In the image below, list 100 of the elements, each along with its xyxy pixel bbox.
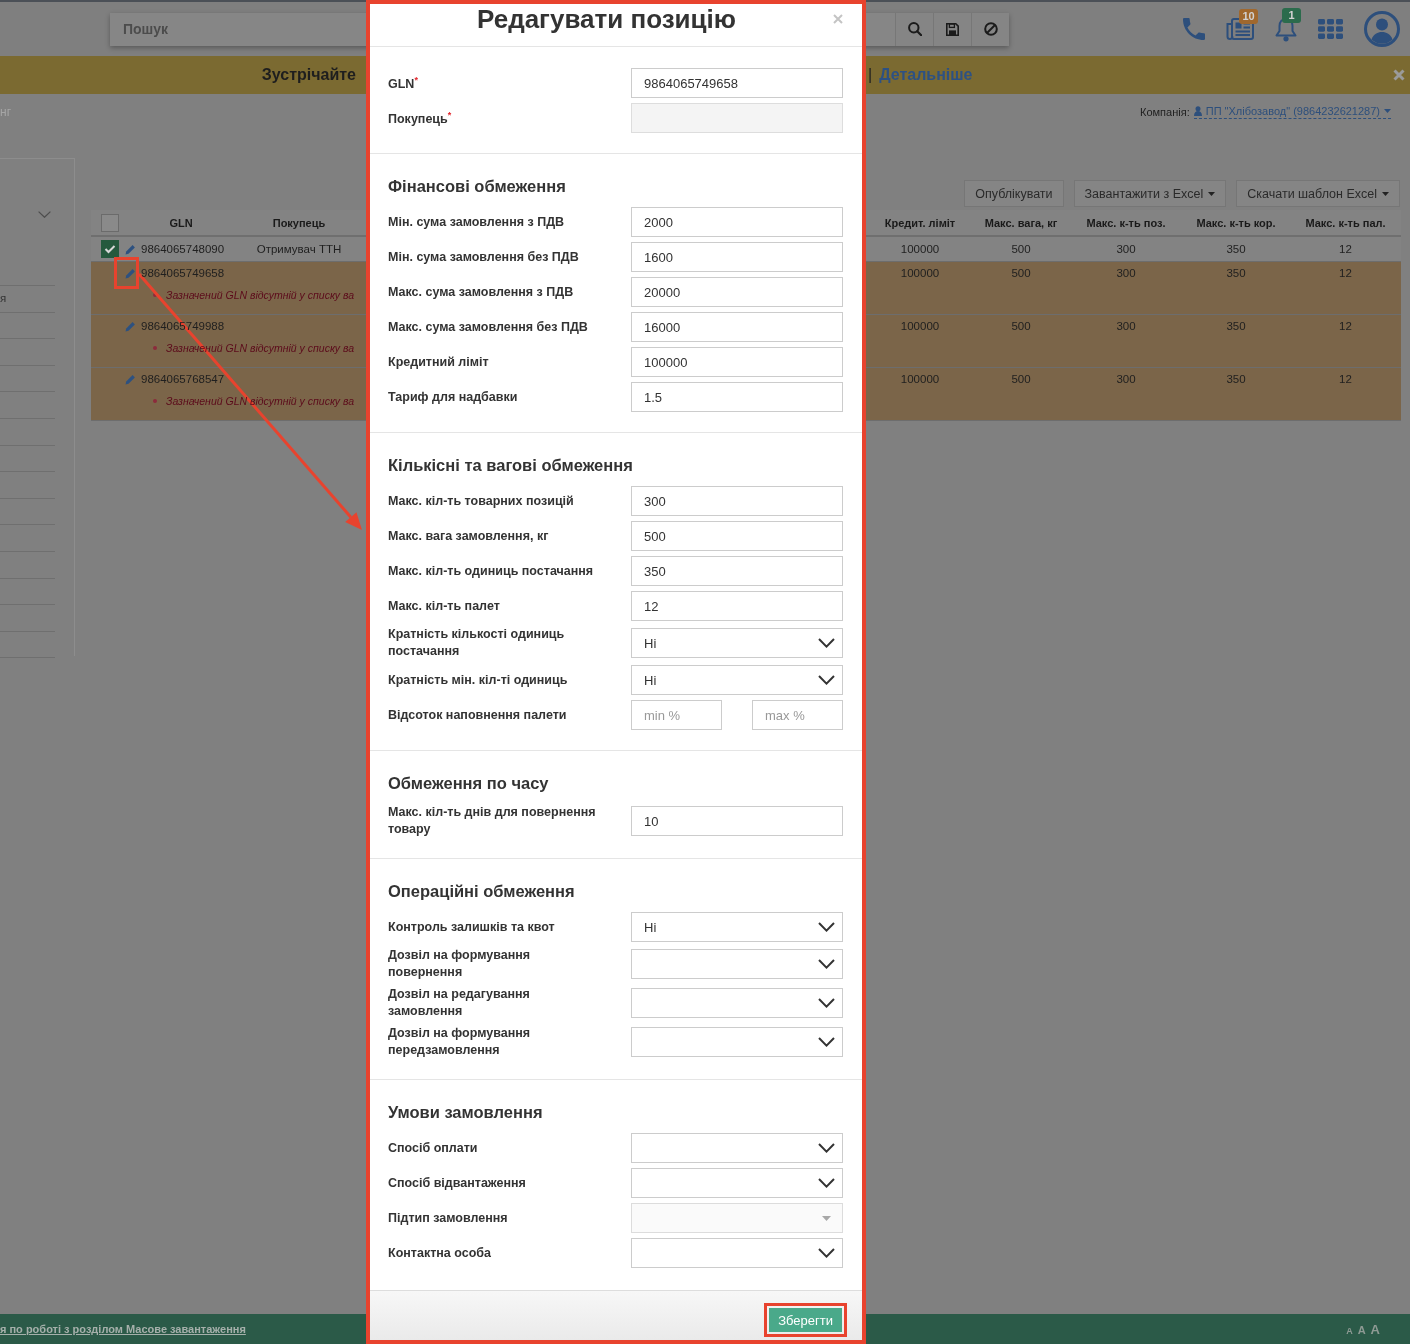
text-field[interactable]: 300 [631, 486, 843, 516]
table-cell: 12 [1339, 243, 1352, 255]
table-cell: 12 [1339, 267, 1352, 279]
dropdown-field[interactable]: Ні [631, 628, 843, 658]
text-field[interactable]: 350 [631, 556, 843, 586]
section-title: Обмеження по часу [388, 773, 550, 794]
column-header: Макс. вага, кг [984, 216, 1058, 229]
dropdown-field[interactable] [631, 1133, 843, 1163]
table-cell: 12 [1339, 373, 1352, 385]
field-label: Мін. сума замовлення з ПДВ [388, 213, 566, 231]
table-cell: 300 [1116, 267, 1136, 279]
chevron-icon[interactable] [38, 211, 51, 218]
banner-text: Зустрічайте [261, 66, 357, 84]
dropdown-field[interactable] [631, 988, 843, 1018]
chevron-icon [818, 998, 835, 1008]
table-cell: 100000 [900, 267, 940, 279]
banner-separator: | [868, 66, 873, 84]
column-header: Макс. к-ть поз. [1086, 216, 1166, 229]
table-cell: 500 [1011, 373, 1031, 385]
column-header: Макс. к-ть кор. [1196, 216, 1276, 229]
count-badge: 1 [1282, 7, 1301, 23]
chevron-icon [818, 1037, 835, 1047]
close-icon[interactable] [833, 14, 843, 24]
section-title: Операційні обмеження [388, 881, 576, 902]
field-label: Кратність мін. кіл-ті одиниць [388, 671, 569, 689]
text-field[interactable]: 1.5 [631, 382, 843, 412]
table-cell: 9864065748090 [141, 243, 225, 255]
text-field[interactable]: 9864065749658 [631, 68, 843, 98]
apps-grid-icon[interactable] [1318, 19, 1343, 39]
avatar-icon[interactable] [1364, 11, 1400, 47]
toolbar-button[interactable]: Скачати шаблон Excel [1236, 180, 1400, 207]
dropdown-field[interactable]: Ні [631, 912, 843, 942]
dropdown-field[interactable] [631, 1168, 843, 1198]
user-icon [1193, 106, 1202, 116]
field-label: Підтип замовлення [388, 1209, 509, 1227]
chevron-icon [818, 675, 835, 685]
text-field[interactable]: 1600 [631, 242, 843, 272]
dropdown-field[interactable] [631, 1238, 843, 1268]
field-label: Макс. вага замовлення, кг [388, 527, 550, 545]
text-field[interactable]: 12 [631, 591, 843, 621]
max-field[interactable]: max % [752, 700, 843, 730]
close-icon[interactable] [1393, 69, 1405, 81]
dialog-title: Редагувати позицію [476, 4, 737, 34]
table-cell: 100000 [900, 243, 940, 255]
text-field[interactable]: 100000 [631, 347, 843, 377]
field-label: Кредитний ліміт [388, 353, 490, 371]
table-cell: Отримувач ТТН [256, 243, 342, 255]
table-cell: 300 [1116, 243, 1136, 255]
table-cell: 100000 [900, 373, 940, 385]
pencil-icon[interactable] [125, 320, 136, 332]
bullet-icon [153, 399, 157, 403]
dropdown-field[interactable] [631, 949, 843, 979]
field-label: Кратність кількості одиниць постачання [388, 626, 566, 660]
table-cell: 350 [1226, 373, 1246, 385]
table-cell: 350 [1226, 320, 1246, 332]
cancel-icon [983, 22, 998, 36]
caret-icon [822, 1215, 831, 1221]
table-cell: 9864065749658 [141, 267, 225, 279]
text-field[interactable]: 10 [631, 806, 843, 836]
table-cell: 12 [1339, 320, 1352, 332]
field-label: Спосіб оплати [388, 1139, 479, 1157]
field-label: Покупець$^{*}$ [388, 109, 453, 129]
search-icon [907, 22, 922, 36]
field-label: GLN$^{*}$ [388, 74, 419, 94]
text-field[interactable]: 2000 [631, 207, 843, 237]
table-cell: 350 [1226, 267, 1246, 279]
text-field[interactable]: 500 [631, 521, 843, 551]
text-field[interactable]: 20000 [631, 277, 843, 307]
column-header: GLN [169, 216, 193, 229]
toolbar-button[interactable]: Завантажити з Excel [1073, 180, 1227, 207]
pencil-icon[interactable] [125, 243, 136, 255]
field-label: Макс. кіл-ть палет [388, 597, 501, 615]
error-message: Зазначений GLN відсутній у списку ва [166, 289, 355, 301]
min-field[interactable]: min % [631, 700, 722, 730]
column-header: Кредит. ліміт [884, 216, 956, 229]
dropdown-field[interactable]: Ні [631, 665, 843, 695]
toolbar-button[interactable]: Опублікувати [964, 180, 1064, 207]
dropdown-field[interactable] [631, 1027, 843, 1057]
cancel-button[interactable] [971, 12, 1009, 46]
pencil-icon[interactable] [125, 267, 136, 279]
section-title: Умови замовлення [388, 1102, 544, 1123]
section-title: Кількісні та вагові обмеження [388, 455, 634, 476]
search-button[interactable] [895, 12, 933, 46]
phone-icon[interactable] [1183, 18, 1205, 40]
column-header: Покупець [272, 216, 326, 229]
field-label: Відсоток наповнення палети [388, 706, 568, 724]
field-label: Контактна особа [388, 1244, 492, 1262]
field-label: Дозвіл на редагування замовлення [388, 986, 531, 1020]
table-cell: 300 [1116, 320, 1136, 332]
pencil-icon[interactable] [125, 373, 136, 385]
checkbox[interactable] [101, 213, 119, 232]
chevron-icon [818, 1143, 835, 1153]
error-message: Зазначений GLN відсутній у списку ва [166, 395, 355, 407]
help-link[interactable]: я по роботі з розділом Масове завантаження [0, 1323, 246, 1335]
field-label: Макс. сума замовлення без ПДВ [388, 318, 589, 336]
text-field[interactable]: 16000 [631, 312, 843, 342]
save-button[interactable] [933, 12, 971, 46]
field-label: Макс. кіл-ть днів для повернення товару [388, 804, 597, 838]
checkbox[interactable] [101, 240, 119, 258]
chevron-icon [818, 959, 835, 969]
